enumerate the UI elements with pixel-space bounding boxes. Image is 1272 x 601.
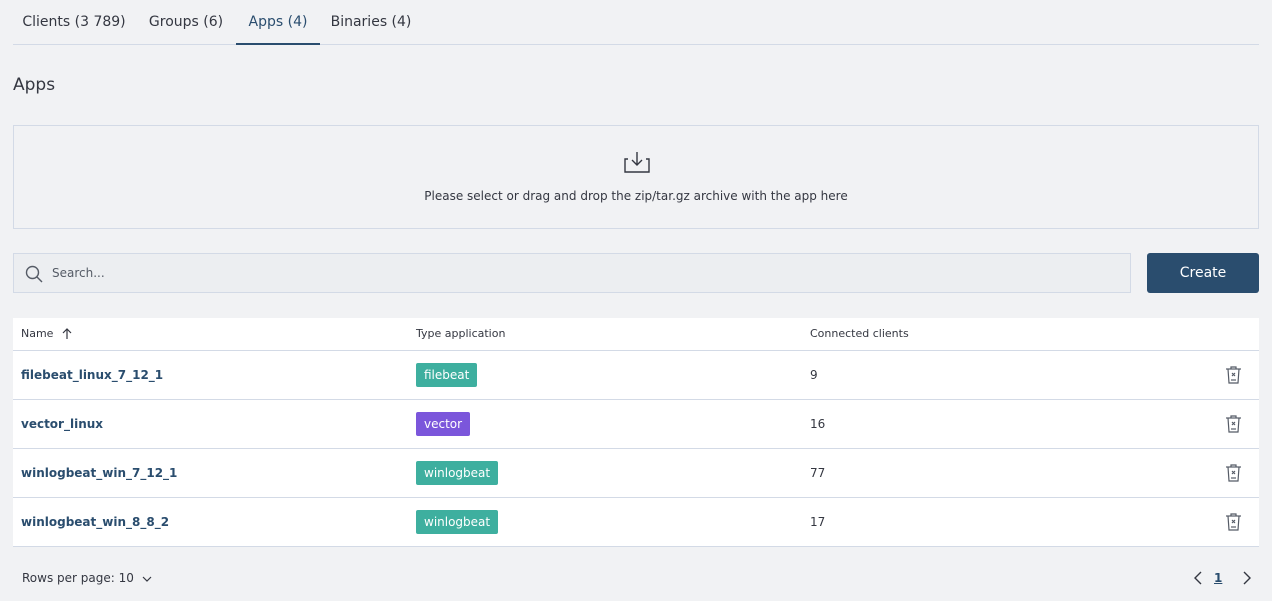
- app-name-link[interactable]: winlogbeat_win_7_12_1: [21, 449, 177, 497]
- connected-clients-count: 9: [810, 368, 818, 382]
- tab-clients[interactable]: Clients (3 789): [13, 0, 135, 45]
- table-row: winlogbeat_win_7_12_1 winlogbeat 77: [13, 449, 1259, 498]
- create-button[interactable]: Create: [1147, 253, 1259, 293]
- app-name-link[interactable]: winlogbeat_win_8_8_2: [21, 498, 169, 546]
- column-header-name-label: Name: [21, 327, 54, 340]
- tab-apps[interactable]: Apps (4): [236, 0, 320, 45]
- type-badge: filebeat: [416, 363, 478, 387]
- file-dropzone[interactable]: Please select or drag and drop the zip/t…: [13, 125, 1259, 229]
- dropzone-text: Please select or drag and drop the zip/t…: [424, 189, 848, 203]
- connected-clients-count: 77: [810, 466, 826, 480]
- column-header-type: Type application: [416, 327, 506, 340]
- trash-icon[interactable]: [1225, 415, 1242, 433]
- type-badge: vector: [416, 412, 471, 436]
- table-header: Name Type application Connected clients: [13, 318, 1259, 351]
- type-badge: winlogbeat: [416, 461, 499, 485]
- tab-bar: Clients (3 789) Groups (6) Apps (4) Bina…: [13, 0, 1259, 45]
- rows-per-page-label: Rows per page: 10: [22, 571, 134, 585]
- search-icon: [25, 265, 43, 283]
- search-box: [13, 253, 1131, 293]
- trash-icon[interactable]: [1225, 513, 1242, 531]
- search-input[interactable]: [52, 254, 1112, 292]
- connected-clients-count: 17: [810, 515, 826, 529]
- chevron-right-icon[interactable]: [1241, 570, 1253, 586]
- chevron-left-icon[interactable]: [1192, 570, 1204, 586]
- app-name-link[interactable]: filebeat_linux_7_12_1: [21, 351, 163, 399]
- page-number-current[interactable]: 1: [1214, 571, 1222, 585]
- chevron-down-icon: [142, 576, 152, 582]
- page-title: Apps: [13, 75, 56, 95]
- app-name-link[interactable]: vector_linux: [21, 400, 103, 448]
- sort-ascending-icon: [62, 328, 72, 339]
- table-row: vector_linux vector 16: [13, 400, 1259, 449]
- connected-clients-count: 16: [810, 417, 826, 431]
- column-header-clients: Connected clients: [810, 327, 909, 340]
- download-tray-icon: [624, 152, 650, 173]
- table-row: winlogbeat_win_8_8_2 winlogbeat 17: [13, 498, 1259, 547]
- apps-table: Name Type application Connected clients …: [13, 318, 1259, 547]
- tab-binaries[interactable]: Binaries (4): [324, 0, 418, 45]
- tab-groups[interactable]: Groups (6): [137, 0, 235, 45]
- type-badge: winlogbeat: [416, 510, 499, 534]
- trash-icon[interactable]: [1225, 464, 1242, 482]
- column-header-name[interactable]: Name: [21, 318, 73, 349]
- table-row: filebeat_linux_7_12_1 filebeat 9: [13, 351, 1259, 400]
- rows-per-page-select[interactable]: Rows per page: 10: [22, 571, 152, 585]
- trash-icon[interactable]: [1225, 366, 1242, 384]
